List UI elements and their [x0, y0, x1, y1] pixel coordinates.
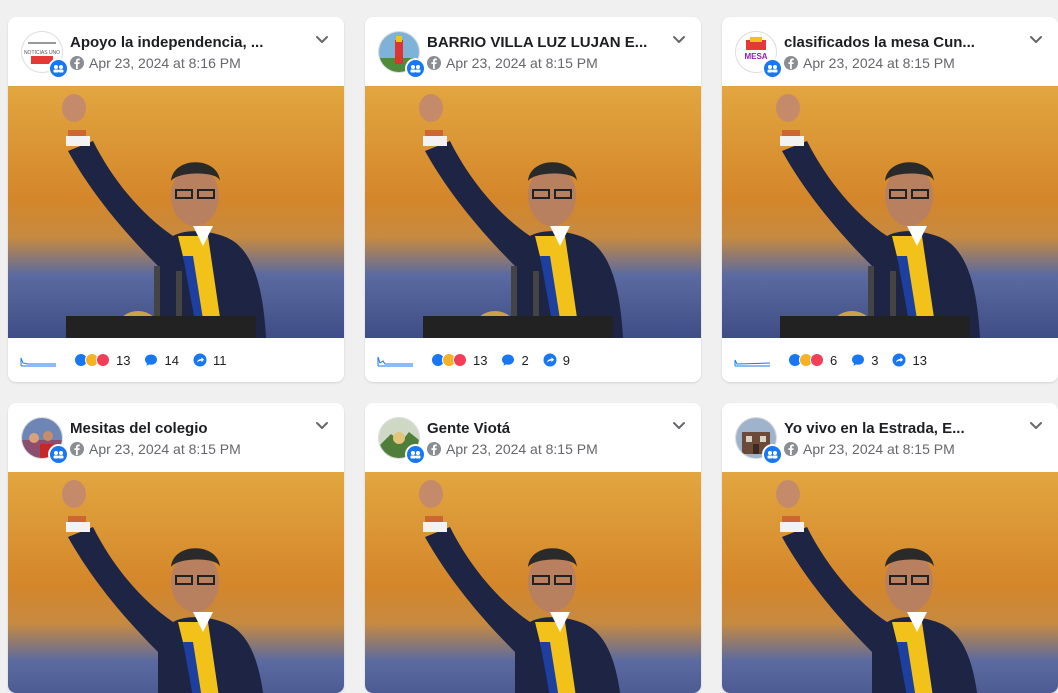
- post-meta: Apr 23, 2024 at 8:15 PM: [427, 55, 598, 71]
- post-card[interactable]: NOTICIAS UNO Apoyo la independencia, ...…: [8, 17, 344, 382]
- post-image[interactable]: [8, 472, 344, 693]
- chevron-down-icon[interactable]: [314, 31, 330, 47]
- post-stats: 13 14 11: [8, 338, 344, 382]
- post-card[interactable]: Mesitas del colegio Apr 23, 2024 at 8:15…: [8, 403, 344, 693]
- group-badge-icon: [762, 444, 783, 465]
- group-badge-icon: [405, 58, 426, 79]
- sparkline-chart: [734, 353, 770, 367]
- post-title[interactable]: BARRIO VILLA LUZ LUJAN E...: [427, 34, 667, 51]
- comments-value: 14: [164, 352, 179, 368]
- post-card[interactable]: MESA clasificados la mesa Cun... Apr 23,…: [722, 17, 1058, 382]
- share-icon: [193, 353, 207, 367]
- post-meta: Apr 23, 2024 at 8:15 PM: [70, 441, 241, 457]
- facebook-icon: [784, 56, 798, 70]
- group-badge-icon: [762, 58, 783, 79]
- chevron-down-icon[interactable]: [1028, 417, 1044, 433]
- post-date[interactable]: Apr 23, 2024 at 8:15 PM: [446, 441, 598, 457]
- post-date[interactable]: Apr 23, 2024 at 8:15 PM: [89, 441, 241, 457]
- post-meta: Apr 23, 2024 at 8:15 PM: [427, 441, 598, 457]
- shares-value: 11: [212, 352, 227, 368]
- post-image[interactable]: [365, 86, 701, 338]
- post-stats: 13 2 9: [365, 338, 701, 382]
- post-date[interactable]: Apr 23, 2024 at 8:15 PM: [803, 441, 955, 457]
- facebook-icon: [70, 56, 84, 70]
- shares-count[interactable]: 11: [193, 352, 227, 368]
- post-image[interactable]: [8, 86, 344, 338]
- shares-value: 9: [562, 352, 570, 368]
- sparkline-chart: [377, 353, 413, 367]
- reactions-value: 6: [830, 352, 838, 368]
- post-title[interactable]: Mesitas del colegio: [70, 420, 310, 437]
- post-image[interactable]: [722, 472, 1058, 693]
- group-badge-icon: [405, 444, 426, 465]
- comments-count[interactable]: 14: [144, 352, 179, 368]
- love-icon: [96, 353, 110, 367]
- facebook-icon: [784, 442, 798, 456]
- photo-president-raised-fist: [365, 472, 701, 693]
- comments-count[interactable]: 2: [501, 352, 529, 368]
- group-badge-icon: [48, 444, 69, 465]
- comment-icon: [144, 353, 158, 367]
- reactions-count[interactable]: 13: [431, 353, 487, 368]
- reactions-count[interactable]: 13: [74, 353, 130, 368]
- facebook-icon: [427, 56, 441, 70]
- post-meta: Apr 23, 2024 at 8:16 PM: [70, 55, 241, 71]
- photo-president-raised-fist: [8, 472, 344, 693]
- reactions-count[interactable]: 6: [788, 353, 837, 368]
- chevron-down-icon[interactable]: [1028, 31, 1044, 47]
- comment-icon: [851, 353, 865, 367]
- post-title[interactable]: Gente Viotá: [427, 420, 667, 437]
- comments-value: 2: [521, 352, 529, 368]
- sparkline-chart: [20, 353, 56, 367]
- love-icon: [810, 353, 824, 367]
- chevron-down-icon[interactable]: [314, 417, 330, 433]
- post-title[interactable]: Apoyo la independencia, ...: [70, 34, 310, 51]
- share-icon: [543, 353, 557, 367]
- facebook-icon: [70, 442, 84, 456]
- photo-president-raised-fist: [722, 472, 1058, 693]
- shares-count[interactable]: 9: [543, 353, 570, 368]
- group-badge-icon: [48, 58, 69, 79]
- post-stats: 6 3 13: [722, 338, 1058, 382]
- photo-president-raised-fist: [8, 86, 344, 338]
- reactions-value: 13: [116, 352, 131, 368]
- post-card[interactable]: Yo vivo en la Estrada, E... Apr 23, 2024…: [722, 403, 1058, 693]
- chevron-down-icon[interactable]: [671, 31, 687, 47]
- post-image[interactable]: [722, 86, 1058, 338]
- post-image[interactable]: [365, 472, 701, 693]
- chevron-down-icon[interactable]: [671, 417, 687, 433]
- post-card[interactable]: Gente Viotá Apr 23, 2024 at 8:15 PM: [365, 403, 701, 693]
- avatar-text: NOTICIAS UNO: [24, 50, 60, 56]
- comments-value: 3: [871, 352, 879, 368]
- comment-icon: [501, 353, 515, 367]
- reactions-value: 13: [473, 352, 488, 368]
- post-date[interactable]: Apr 23, 2024 at 8:16 PM: [89, 55, 241, 71]
- facebook-icon: [427, 442, 441, 456]
- post-title[interactable]: Yo vivo en la Estrada, E...: [784, 420, 1024, 437]
- shares-count[interactable]: 13: [892, 352, 927, 368]
- post-title[interactable]: clasificados la mesa Cun...: [784, 34, 1024, 51]
- post-date[interactable]: Apr 23, 2024 at 8:15 PM: [446, 55, 598, 71]
- photo-president-raised-fist: [722, 86, 1058, 338]
- comments-count[interactable]: 3: [851, 353, 878, 368]
- post-meta: Apr 23, 2024 at 8:15 PM: [784, 441, 955, 457]
- post-card[interactable]: BARRIO VILLA LUZ LUJAN E... Apr 23, 2024…: [365, 17, 701, 382]
- shares-value: 13: [912, 352, 927, 368]
- post-date[interactable]: Apr 23, 2024 at 8:15 PM: [803, 55, 955, 71]
- share-icon: [892, 353, 906, 367]
- photo-president-raised-fist: [365, 86, 701, 338]
- post-meta: Apr 23, 2024 at 8:15 PM: [784, 55, 955, 71]
- love-icon: [453, 353, 467, 367]
